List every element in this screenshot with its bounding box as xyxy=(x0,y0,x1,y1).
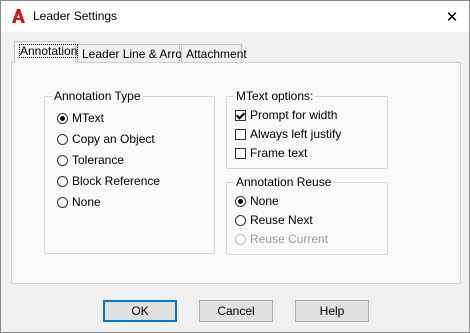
radio-label: None xyxy=(72,195,101,209)
checkbox-prompt-for-width[interactable]: Prompt for width xyxy=(235,107,337,123)
close-button[interactable]: ✕ xyxy=(435,1,469,32)
checkbox-label: Prompt for width xyxy=(250,108,338,122)
help-button[interactable]: Help xyxy=(295,300,369,322)
leader-settings-dialog: Leader Settings ✕ Annotation Leader Line… xyxy=(0,0,470,333)
radio-indicator xyxy=(235,195,246,207)
radio-block-reference[interactable]: Block Reference xyxy=(57,173,160,189)
radio-label: None xyxy=(250,194,279,208)
radio-label: Reuse Current xyxy=(250,232,329,246)
radio-reuse-next[interactable]: Reuse Next xyxy=(235,212,313,228)
radio-mtext[interactable]: MText xyxy=(57,110,104,126)
checkbox-label: Always left justify xyxy=(250,127,342,141)
checkbox-always-left-justify[interactable]: Always left justify xyxy=(235,126,341,142)
radio-indicator xyxy=(235,214,246,226)
autocad-icon xyxy=(12,9,25,23)
tab-attachment-label: Attachment xyxy=(186,47,247,61)
mtext-options-group: MText options: Prompt for width Always l… xyxy=(226,89,388,169)
radio-indicator xyxy=(57,112,68,124)
title-bar: Leader Settings ✕ xyxy=(1,1,469,32)
checkbox-indicator xyxy=(235,147,246,159)
radio-label: Block Reference xyxy=(72,174,161,188)
radio-none[interactable]: None xyxy=(57,194,101,210)
annotation-reuse-group: Annotation Reuse None Reuse Next Reuse C… xyxy=(226,175,388,255)
radio-indicator xyxy=(57,154,68,166)
radio-tolerance[interactable]: Tolerance xyxy=(57,152,124,168)
radio-label: Reuse Next xyxy=(250,213,313,227)
radio-copy-an-object[interactable]: Copy an Object xyxy=(57,131,155,147)
close-icon: ✕ xyxy=(445,8,459,26)
tab-annotation[interactable]: Annotation xyxy=(14,41,79,63)
annotation-type-group: Annotation Type MText Copy an Object Tol… xyxy=(44,89,215,254)
radio-indicator xyxy=(57,196,68,208)
ok-button[interactable]: OK xyxy=(103,300,177,322)
tab-annotation-label: Annotation xyxy=(19,44,79,58)
tab-leader-line-arrow[interactable]: Leader Line & Arrow xyxy=(77,44,191,64)
radio-label: Tolerance xyxy=(72,153,125,167)
radio-label: MText xyxy=(72,111,105,125)
annotation-reuse-title: Annotation Reuse xyxy=(234,175,334,189)
radio-indicator xyxy=(57,175,68,187)
tab-attachment[interactable]: Attachment xyxy=(181,44,247,64)
radio-reuse-none[interactable]: None xyxy=(235,193,279,209)
radio-label: Copy an Object xyxy=(72,132,155,146)
radio-indicator xyxy=(235,233,246,245)
radio-reuse-current: Reuse Current xyxy=(235,231,328,247)
checkbox-indicator xyxy=(235,128,246,140)
cancel-button[interactable]: Cancel xyxy=(199,300,273,322)
radio-indicator xyxy=(57,133,68,145)
tab-leader-line-arrow-label: Leader Line & Arrow xyxy=(82,47,191,61)
checkbox-label: Frame text xyxy=(250,146,308,160)
annotation-type-title: Annotation Type xyxy=(52,89,143,103)
window-title: Leader Settings xyxy=(33,9,118,23)
checkbox-frame-text[interactable]: Frame text xyxy=(235,145,307,161)
checkbox-indicator xyxy=(235,109,246,121)
mtext-options-title: MText options: xyxy=(234,89,316,103)
annotation-tab-panel: Annotation Type MText Copy an Object Tol… xyxy=(11,62,461,284)
